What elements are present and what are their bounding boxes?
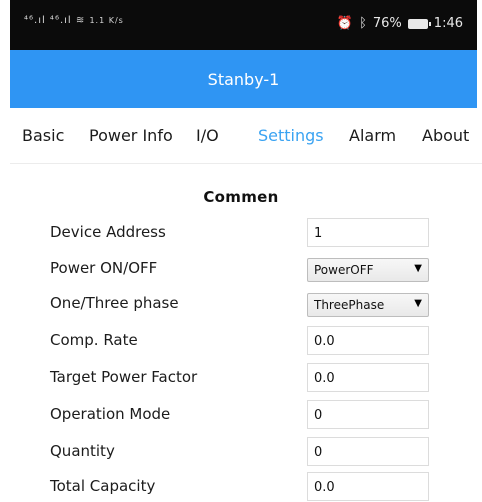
clock: 1:46: [433, 16, 463, 31]
battery-icon: [407, 18, 431, 29]
tab-power-info[interactable]: Power Info: [89, 126, 173, 145]
signal-icon: ⁴⁶.ıl ⁴⁶.ıl ≋ 1.1 K/s: [24, 15, 124, 26]
total-capacity-input[interactable]: 0.0: [307, 472, 429, 501]
tab-bar: Basic Power Info I/O Settings Alarm Abou…: [10, 108, 482, 164]
alarm-icon: ⏰: [336, 16, 354, 31]
tab-about[interactable]: About: [422, 126, 469, 145]
section-title: Commen: [203, 188, 279, 206]
wifi-icon: ≋: [75, 15, 90, 26]
status-right: ⏰ ᛒ 76% 1:46: [337, 16, 463, 31]
settings-row: One/Three phase ThreePhase ▼: [0, 289, 482, 319]
bluetooth-icon: ᛒ: [359, 16, 367, 31]
settings-row: Total Capacity 0.0: [0, 472, 482, 502]
tab-io[interactable]: I/O: [196, 126, 219, 145]
row-label: Operation Mode: [50, 405, 171, 423]
settings-row: Device Address 1: [0, 218, 482, 248]
tab-alarm[interactable]: Alarm: [349, 126, 396, 145]
signal-text: ⁴⁶.ıl ⁴⁶.ıl: [24, 15, 72, 26]
network-speed: 1.1 K/s: [89, 16, 124, 25]
settings-row: Quantity 0: [0, 437, 482, 467]
app-screen: ⁴⁶.ıl ⁴⁶.ıl ≋ 1.1 K/s ⏰ ᛒ 76% 1:46 Stanb…: [0, 0, 482, 501]
quantity-input[interactable]: 0: [307, 437, 429, 466]
dropdown-arrow-icon: ▼: [414, 263, 422, 274]
row-label: Power ON/OFF: [50, 259, 158, 277]
settings-row: Comp. Rate 0.0: [0, 326, 482, 356]
select-value: ThreePhase: [314, 298, 385, 312]
app-header: Stanby-1: [10, 50, 477, 108]
comp-rate-input[interactable]: 0.0: [307, 326, 429, 355]
settings-row: Operation Mode 0: [0, 400, 482, 430]
row-label: One/Three phase: [50, 294, 179, 312]
device-address-input[interactable]: 1: [307, 218, 429, 247]
phase-select[interactable]: ThreePhase ▼: [307, 293, 429, 317]
operation-mode-input[interactable]: 0: [307, 400, 429, 429]
power-onoff-select[interactable]: PowerOFF ▼: [307, 258, 429, 282]
battery-level: 76%: [372, 16, 402, 31]
row-label: Device Address: [50, 223, 166, 241]
dropdown-arrow-icon: ▼: [414, 298, 422, 309]
settings-row: Power ON/OFF PowerOFF ▼: [0, 254, 482, 284]
target-power-factor-input[interactable]: 0.0: [307, 363, 429, 392]
tab-settings[interactable]: Settings: [258, 126, 324, 145]
tab-basic[interactable]: Basic: [22, 126, 64, 145]
row-label: Total Capacity: [50, 477, 156, 495]
status-bar: ⁴⁶.ıl ⁴⁶.ıl ≋ 1.1 K/s ⏰ ᛒ 76% 1:46: [10, 0, 477, 50]
select-value: PowerOFF: [314, 263, 374, 277]
row-label: Quantity: [50, 442, 115, 460]
settings-row: Target Power Factor 0.0: [0, 363, 482, 393]
row-label: Comp. Rate: [50, 331, 138, 349]
page-title: Stanby-1: [207, 69, 280, 89]
row-label: Target Power Factor: [50, 368, 198, 386]
